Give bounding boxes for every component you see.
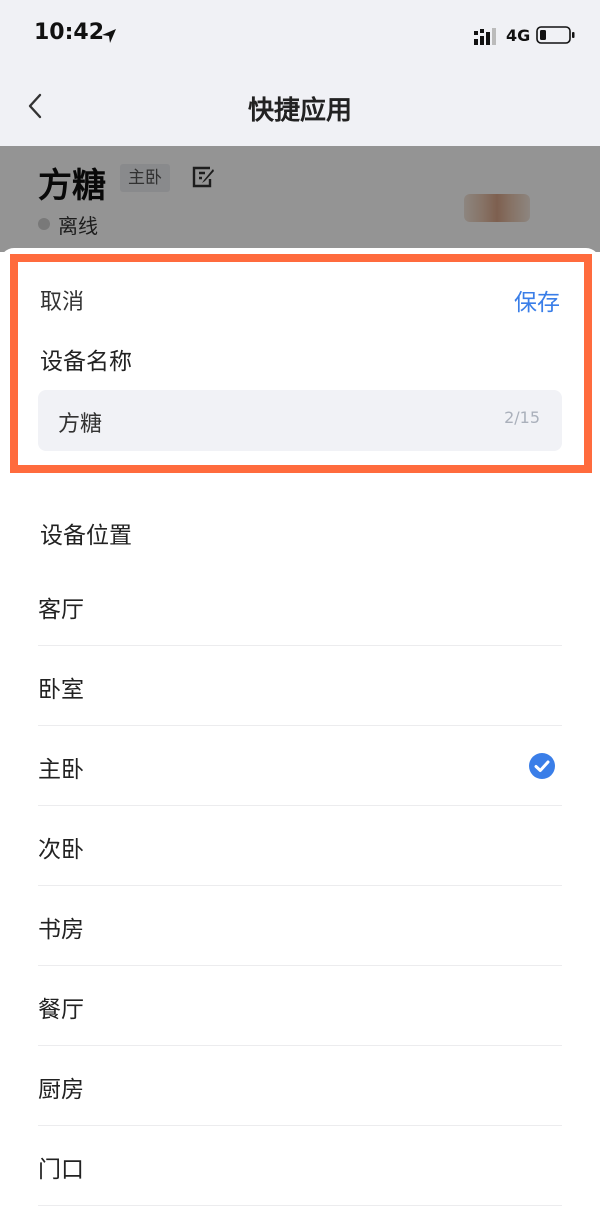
location-item-master-bedroom[interactable]: 主卧 xyxy=(38,726,562,806)
location-item-label: 次卧 xyxy=(38,837,84,863)
dim-overlay[interactable] xyxy=(0,146,600,252)
location-item-second-bedroom[interactable]: 次卧 xyxy=(38,806,562,886)
device-location-label: 设备位置 xyxy=(40,523,132,549)
save-button[interactable]: 保存 xyxy=(514,283,560,317)
location-item-label: 厨房 xyxy=(38,1077,84,1103)
check-circle-icon xyxy=(529,753,555,779)
location-item-label: 书房 xyxy=(38,917,84,943)
location-item-label: 客厅 xyxy=(38,597,84,623)
status-bar: 10:42 4G xyxy=(0,0,600,70)
location-item-living-room[interactable]: 客厅 xyxy=(38,566,562,646)
page-title: 快捷应用 xyxy=(247,96,352,126)
device-name-input[interactable]: 方糖 2/15 xyxy=(38,390,562,451)
location-list: 客厅 卧室 主卧 次卧 书房 餐厅 厨房 门口 xyxy=(38,566,562,1206)
location-item-study[interactable]: 书房 xyxy=(38,886,562,966)
location-item-label: 餐厅 xyxy=(38,997,84,1023)
location-item-kitchen[interactable]: 厨房 xyxy=(38,1046,562,1126)
status-time: 10:42 xyxy=(34,20,105,45)
battery-icon xyxy=(536,26,575,44)
device-name-label: 设备名称 xyxy=(40,349,132,375)
network-type: 4G xyxy=(506,26,531,45)
location-item-label: 卧室 xyxy=(38,677,84,703)
location-item-label: 门口 xyxy=(38,1157,84,1183)
location-item-entrance[interactable]: 门口 xyxy=(38,1126,562,1206)
location-item-label: 主卧 xyxy=(38,757,84,783)
location-arrow-icon xyxy=(102,29,116,43)
cancel-button[interactable]: 取消 xyxy=(40,284,84,316)
location-item-dining-room[interactable]: 餐厅 xyxy=(38,966,562,1046)
char-counter: 2/15 xyxy=(504,408,540,427)
nav-bar: 快捷应用 xyxy=(0,70,600,146)
device-name-input-value: 方糖 xyxy=(58,412,103,437)
signal-icon xyxy=(474,28,496,45)
location-item-bedroom[interactable]: 卧室 xyxy=(38,646,562,726)
